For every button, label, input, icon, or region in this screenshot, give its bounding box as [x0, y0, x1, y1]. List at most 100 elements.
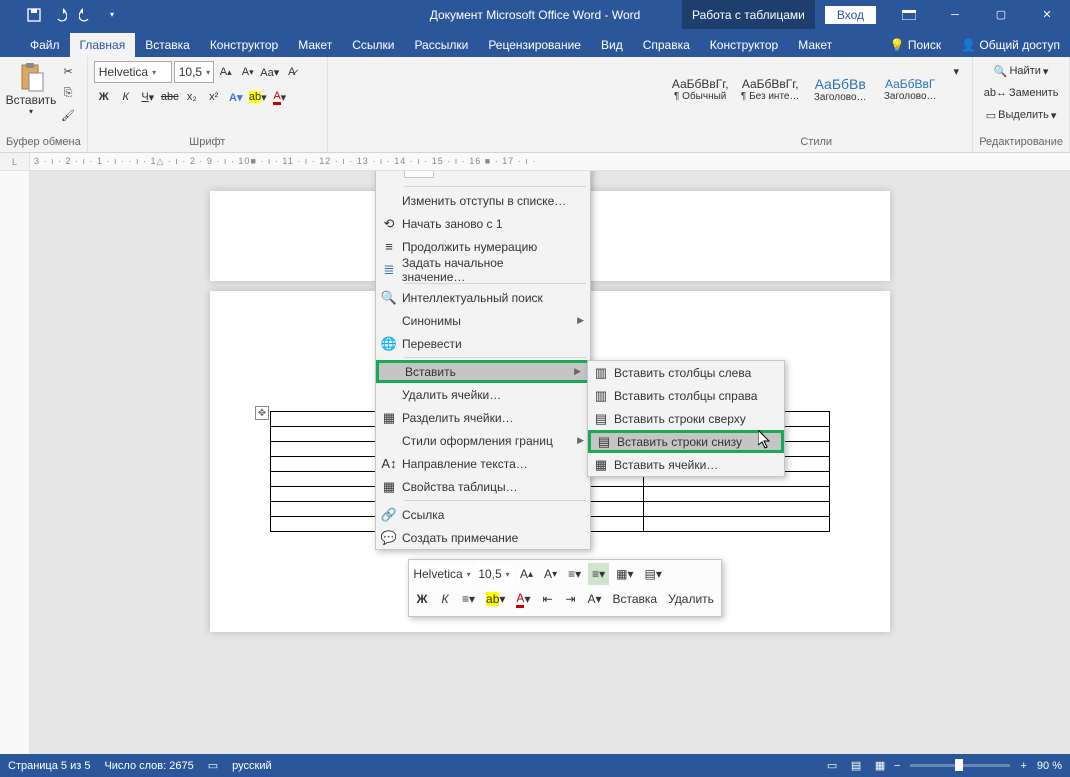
- mini-layout-icon[interactable]: ▤▾: [641, 563, 666, 585]
- tab-references[interactable]: Ссылки: [342, 33, 404, 57]
- select-button[interactable]: ▭ Выделить ▾: [979, 105, 1063, 125]
- underline-button[interactable]: Ч▾: [138, 87, 158, 107]
- status-page[interactable]: Страница 5 из 5: [8, 760, 90, 772]
- tab-view[interactable]: Вид: [591, 33, 633, 57]
- text-effects-icon[interactable]: A▾: [226, 87, 246, 107]
- zoom-out-button[interactable]: −: [894, 760, 900, 772]
- shrink-font-icon[interactable]: A▾: [238, 62, 258, 82]
- tab-file[interactable]: Файл: [20, 33, 70, 57]
- clear-format-icon[interactable]: A̷: [282, 62, 302, 82]
- strike-button[interactable]: abc: [160, 87, 180, 107]
- undo-button[interactable]: [48, 4, 72, 26]
- tab-review[interactable]: Рецензирование: [478, 33, 591, 57]
- highlight-icon[interactable]: ab▾: [248, 87, 268, 107]
- cm-link[interactable]: 🔗Ссылка: [376, 503, 590, 526]
- zoom-value[interactable]: 90 %: [1037, 760, 1062, 772]
- font-name-combo[interactable]: Helvetica▾: [94, 61, 172, 83]
- italic-button[interactable]: К: [116, 87, 136, 107]
- style-heading2[interactable]: АаБбВвГЗаголово…: [876, 61, 944, 117]
- subscript-button[interactable]: x₂: [182, 87, 202, 107]
- bold-button[interactable]: Ж: [94, 87, 114, 107]
- zoom-in-button[interactable]: +: [1020, 760, 1026, 772]
- copy-icon[interactable]: ⎘: [58, 83, 78, 103]
- style-heading1[interactable]: АаБбВвЗаголово…: [806, 61, 874, 117]
- view-print-layout[interactable]: ▤: [846, 756, 866, 776]
- mini-indent-dec[interactable]: ⇤: [537, 588, 557, 610]
- login-button[interactable]: Вход: [825, 6, 876, 24]
- cm-insert[interactable]: Вставить▶ ▥Вставить столбцы слева ▥Встав…: [376, 360, 590, 383]
- cm-delete-cells[interactable]: Удалить ячейки…: [376, 383, 590, 406]
- mini-font-combo[interactable]: Helvetica▾: [412, 563, 472, 585]
- zoom-slider[interactable]: [910, 764, 1010, 767]
- cm-adjust-indents[interactable]: Изменить отступы в списке…: [376, 189, 590, 212]
- tab-table-layout[interactable]: Макет: [788, 33, 842, 57]
- tab-insert[interactable]: Вставка: [135, 33, 200, 57]
- mini-grow-font[interactable]: A▴: [516, 563, 537, 585]
- cm-border-styles[interactable]: Стили оформления границ▶: [376, 429, 590, 452]
- paste-option-default[interactable]: 📋: [404, 171, 434, 178]
- cm-split-cells[interactable]: ▦Разделить ячейки…: [376, 406, 590, 429]
- cut-icon[interactable]: ✂: [58, 61, 78, 81]
- minimize-button[interactable]: ─: [932, 0, 978, 29]
- mini-bullets[interactable]: ≡▾: [564, 563, 585, 585]
- grow-font-icon[interactable]: A▴: [216, 62, 236, 82]
- tab-design[interactable]: Конструктор: [200, 33, 288, 57]
- view-read-mode[interactable]: ▭: [822, 756, 842, 776]
- font-size-combo[interactable]: 10,5▾: [174, 61, 214, 83]
- close-button[interactable]: ✕: [1024, 0, 1070, 29]
- mini-numbering[interactable]: ≡▾: [588, 563, 609, 585]
- styles-more-icon[interactable]: ▾: [946, 61, 966, 81]
- format-painter-icon[interactable]: 🖌: [58, 105, 78, 125]
- table-move-handle[interactable]: ✥: [255, 406, 269, 420]
- mini-styles[interactable]: A▾: [583, 588, 605, 610]
- mini-delete-button[interactable]: Удалить: [664, 588, 718, 610]
- status-language[interactable]: русский: [232, 760, 271, 772]
- mini-size-combo[interactable]: 10,5▾: [475, 563, 513, 585]
- mini-indent-inc[interactable]: ⇥: [560, 588, 580, 610]
- sm-cols-right[interactable]: ▥Вставить столбцы справа: [588, 384, 784, 407]
- mini-bold[interactable]: Ж: [412, 588, 432, 610]
- sm-cells[interactable]: ▦Вставить ячейки…: [588, 453, 784, 476]
- cm-text-direction[interactable]: A↕Направление текста…: [376, 452, 590, 475]
- status-spell-icon[interactable]: ▭: [208, 759, 218, 772]
- superscript-button[interactable]: x²: [204, 87, 224, 107]
- cm-restart-at-1[interactable]: ⟲Начать заново с 1: [376, 212, 590, 235]
- sm-cols-left[interactable]: ▥Вставить столбцы слева: [588, 361, 784, 384]
- cm-new-comment[interactable]: 💬Создать примечание: [376, 526, 590, 549]
- cm-synonyms[interactable]: Синонимы▶: [376, 309, 590, 332]
- cm-set-numbering-value[interactable]: ≣Задать начальное значение…: [376, 258, 590, 281]
- mini-shrink-font[interactable]: A▾: [540, 563, 561, 585]
- tab-help[interactable]: Справка: [633, 33, 700, 57]
- mini-highlight[interactable]: ab▾: [482, 588, 509, 610]
- share-button[interactable]: 👤 Общий доступ: [951, 33, 1070, 57]
- mini-align[interactable]: ≡▾: [458, 588, 479, 610]
- cm-smart-lookup[interactable]: 🔍Интеллектуальный поиск: [376, 286, 590, 309]
- change-case-icon[interactable]: Aa▾: [260, 62, 280, 82]
- tab-mailings[interactable]: Рассылки: [404, 33, 478, 57]
- replace-button[interactable]: ab↔ Заменить: [979, 83, 1063, 103]
- qat-caret[interactable]: ▾: [100, 4, 124, 26]
- cm-table-properties[interactable]: ▦Свойства таблицы…: [376, 475, 590, 498]
- horizontal-ruler[interactable]: 3 · ı · 2 · ı · 1 · ı · · ı · 1△ · ı · 2…: [30, 153, 1070, 170]
- view-web-layout[interactable]: ▦: [870, 756, 890, 776]
- tab-home[interactable]: Главная: [70, 33, 136, 57]
- sm-rows-above[interactable]: ▤Вставить строки сверху: [588, 407, 784, 430]
- maximize-button[interactable]: ▢: [978, 0, 1024, 29]
- mini-italic[interactable]: К: [435, 588, 455, 610]
- mini-table-icon[interactable]: ▦▾: [612, 563, 637, 585]
- sm-rows-below[interactable]: ▤Вставить строки снизу: [588, 430, 784, 453]
- mini-insert-button[interactable]: Вставка: [609, 588, 662, 610]
- mini-font-color[interactable]: A▾: [512, 588, 534, 610]
- font-color-icon[interactable]: A▾: [270, 87, 290, 107]
- save-button[interactable]: [22, 4, 46, 26]
- tab-table-design[interactable]: Конструктор: [700, 33, 788, 57]
- paste-button[interactable]: Вставить ▾: [6, 61, 56, 116]
- status-words[interactable]: Число слов: 2675: [104, 760, 193, 772]
- ribbon-display-icon[interactable]: [886, 0, 932, 29]
- style-no-spacing[interactable]: АаБбВвГг,¶ Без инте…: [736, 61, 804, 117]
- vertical-ruler[interactable]: [0, 171, 30, 754]
- cm-translate[interactable]: 🌐Перевести: [376, 332, 590, 355]
- tab-layout[interactable]: Макет: [288, 33, 342, 57]
- find-button[interactable]: 🔍 Найти ▾: [979, 61, 1063, 81]
- style-normal[interactable]: АаБбВвГг,¶ Обычный: [666, 61, 734, 117]
